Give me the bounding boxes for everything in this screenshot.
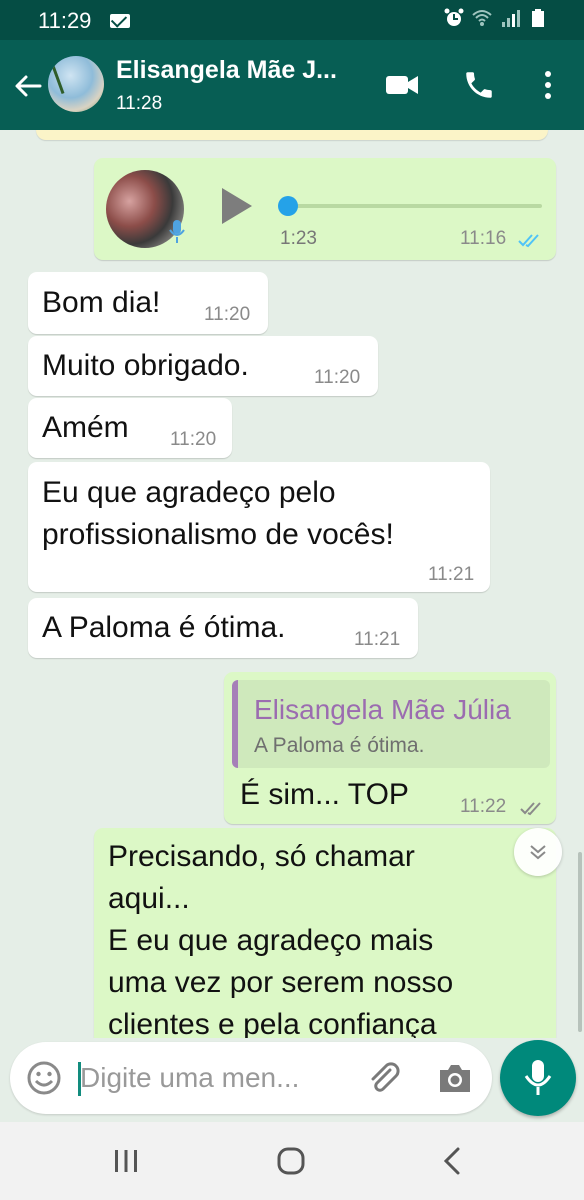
status-bar: 11:29: [0, 0, 584, 40]
mail-notification-icon: [110, 14, 130, 28]
play-icon[interactable]: [218, 186, 254, 226]
message-text-line-5: clientes e pela confiança: [108, 1008, 437, 1038]
signal-icon: [502, 10, 520, 27]
last-seen: 11:28: [116, 93, 163, 114]
mic-icon: [524, 1060, 552, 1095]
nav-back-icon[interactable]: [440, 1146, 464, 1176]
voice-record-button[interactable]: [500, 1040, 576, 1116]
more-vert-icon[interactable]: [536, 68, 560, 102]
outgoing-message[interactable]: Precisando, só chamar aqui... E eu que a…: [94, 828, 556, 1038]
wifi-icon: [472, 10, 492, 26]
outgoing-reply-message[interactable]: Elisangela Mãe Júlia A Paloma é ótima. É…: [224, 672, 556, 824]
contact-name[interactable]: Elisangela Mãe J...: [116, 56, 337, 85]
contact-avatar[interactable]: [48, 56, 104, 112]
message-time: 11:20: [170, 429, 217, 450]
voice-duration: 1:23: [280, 228, 317, 249]
message-time: 11:16: [460, 228, 507, 249]
quoted-text: A Paloma é ótima.: [254, 734, 425, 757]
quoted-message[interactable]: Elisangela Mãe Júlia A Paloma é ótima.: [232, 680, 550, 768]
incoming-message[interactable]: A Paloma é ótima. 11:21: [28, 598, 418, 658]
message-time: 11:20: [314, 367, 361, 388]
voice-progress-track[interactable]: [290, 204, 542, 208]
incoming-message[interactable]: Eu que agradeço pelo profissionalismo de…: [28, 462, 490, 592]
recent-apps-icon[interactable]: [112, 1148, 140, 1174]
phone-icon[interactable]: [462, 68, 496, 102]
message-text-line-3: E eu que agradeço mais: [108, 924, 434, 957]
message-text-line-1: Eu que agradeço pelo: [42, 476, 336, 509]
system-navigation-bar: [0, 1122, 584, 1200]
back-arrow-icon[interactable]: [12, 70, 44, 102]
status-icons: [444, 8, 548, 28]
alarm-icon: [444, 8, 464, 26]
message-text-line-2: profissionalismo de vocês!: [42, 518, 394, 551]
message-text: É sim... TOP: [240, 778, 409, 811]
chevron-down-icon: [530, 845, 546, 860]
message-text-line-4: uma vez por serem nosso: [108, 966, 454, 999]
message-text-line-1: Precisando, só chamar: [108, 840, 415, 873]
attach-icon[interactable]: [366, 1060, 402, 1096]
emoji-icon[interactable]: [26, 1060, 62, 1096]
scrollbar[interactable]: [576, 852, 584, 1032]
voice-message[interactable]: 1:23 11:16: [94, 158, 556, 260]
quoted-author: Elisangela Mãe Júlia: [254, 694, 511, 725]
scroll-to-bottom-button[interactable]: [514, 828, 562, 876]
incoming-message[interactable]: Bom dia! 11:20: [28, 272, 268, 334]
message-time: 11:20: [204, 304, 251, 325]
battery-icon: [532, 9, 544, 27]
mic-icon: [169, 220, 185, 243]
message-input-container[interactable]: [10, 1042, 492, 1114]
message-time: 11:21: [354, 629, 401, 650]
message-time: 11:21: [428, 564, 475, 585]
message-text-line-2: aqui...: [108, 882, 190, 915]
message-text: Amém: [42, 411, 129, 444]
delivered-ticks-icon: [520, 802, 541, 816]
incoming-message[interactable]: Amém 11:20: [28, 398, 232, 458]
message-text: Bom dia!: [42, 286, 161, 319]
camera-icon[interactable]: [436, 1060, 474, 1096]
message-list[interactable]: 1:23 11:16 Bom dia! 11:20 Muito obrigado…: [0, 130, 584, 1038]
voice-progress-knob[interactable]: [278, 196, 298, 216]
message-text: Muito obrigado.: [42, 349, 249, 382]
message-text: A Paloma é ótima.: [42, 611, 286, 644]
message-input[interactable]: [80, 1058, 350, 1098]
home-icon[interactable]: [276, 1146, 306, 1176]
incoming-message[interactable]: Muito obrigado. 11:20: [28, 336, 378, 396]
status-time: 11:29: [38, 8, 92, 33]
message-time: 11:22: [460, 796, 507, 817]
chat-header: Elisangela Mãe J... 11:28: [0, 40, 584, 130]
composer: [0, 1038, 584, 1122]
video-call-icon[interactable]: [384, 70, 420, 100]
previous-message-edge: [36, 130, 548, 140]
read-ticks-icon: [518, 234, 539, 248]
